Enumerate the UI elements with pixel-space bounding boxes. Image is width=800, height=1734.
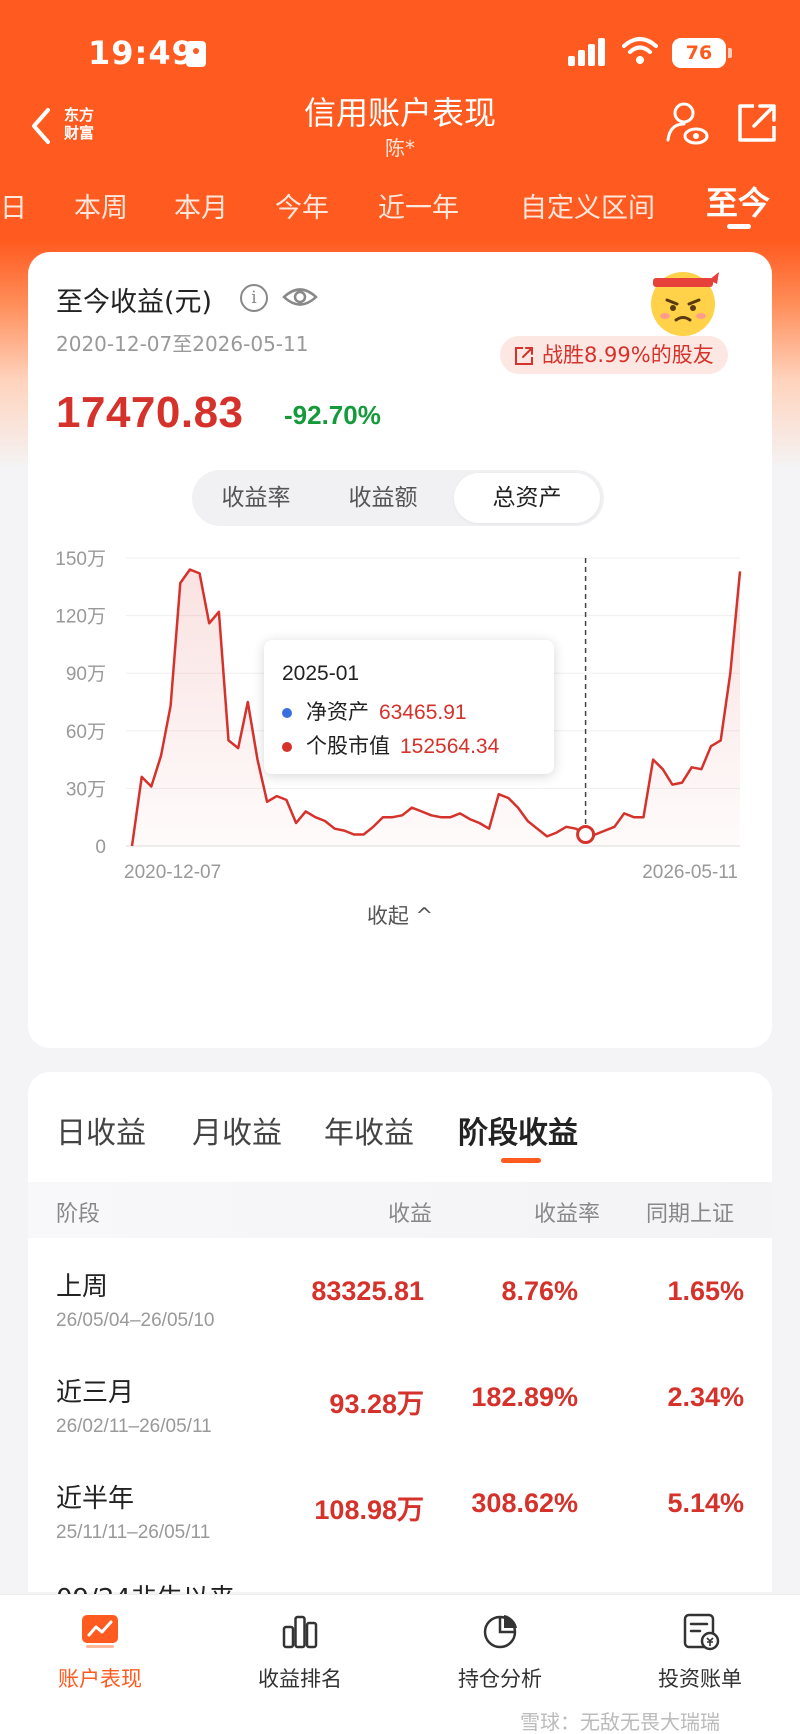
segment-total-assets[interactable]: 总资产 <box>454 473 600 523</box>
tab-monthly-profit[interactable]: 月收益 <box>192 1108 282 1152</box>
row-period-dates: 26/02/11–26/05/11 <box>56 1416 212 1437</box>
row-period-dates: 26/05/04–26/05/10 <box>56 1310 215 1331</box>
performance-tab-indicator <box>501 1158 541 1163</box>
period-tabs: 日 本周 本月 今年 近一年 自定义区间 至今 <box>0 178 800 238</box>
y-tick-label: 120万 <box>55 607 106 628</box>
angry-face-icon <box>651 272 719 336</box>
period-tab-indicator <box>727 224 751 229</box>
row-index: 5.14% <box>667 1488 744 1518</box>
row-rate: 182.89% <box>471 1382 578 1412</box>
share-icon[interactable] <box>736 102 778 144</box>
share-small-icon <box>515 347 533 365</box>
header-period: 阶段 <box>56 1202 101 1227</box>
tab-account-performance[interactable]: 账户表现 <box>0 1595 200 1734</box>
signal-icon <box>568 38 608 66</box>
sim-icon <box>186 41 206 67</box>
tooltip-value: 152564.34 <box>400 735 500 758</box>
row-rate: 308.62% <box>471 1488 578 1518</box>
tab-yearly-profit[interactable]: 年收益 <box>324 1108 414 1152</box>
y-tick-label: 0 <box>95 837 106 858</box>
row-profit: 83325.81 <box>311 1276 424 1306</box>
period-tab-week[interactable]: 本周 <box>74 186 128 225</box>
highlight-point <box>576 824 596 844</box>
beat-text: 战胜8.99%的股友 <box>542 343 714 367</box>
total-profit-amount: 17470.83 <box>56 388 244 437</box>
row-index: 1.65% <box>667 1276 744 1306</box>
y-tick-label: 150万 <box>55 549 106 570</box>
tab-label: 持仓分析 <box>458 1667 542 1691</box>
y-tick-label: 90万 <box>66 664 106 685</box>
beat-badge[interactable]: 战胜8.99%的股友 <box>500 336 728 374</box>
y-tick-label: 30万 <box>66 779 106 800</box>
user-privacy-icon[interactable] <box>664 100 710 146</box>
row-profit: 108.98万 <box>314 1495 424 1525</box>
row-period-name: 近半年 <box>56 1484 135 1514</box>
period-tab-custom[interactable]: 自定义区间 <box>520 186 655 225</box>
tab-label: 投资账单 <box>658 1667 742 1691</box>
collapse-button[interactable]: 收起 ^ <box>28 900 772 930</box>
bill-icon <box>683 1613 720 1651</box>
tab-profit-ranking[interactable]: 收益排名 <box>200 1595 400 1734</box>
row-rate: 8.76% <box>501 1276 578 1306</box>
row-profit: 93.28万 <box>329 1389 424 1419</box>
tooltip-date: 2025-01 <box>282 662 360 685</box>
row-period-name: 近三月 <box>56 1378 135 1408</box>
tab-label: 账户表现 <box>58 1667 142 1691</box>
info-icon[interactable]: i <box>240 284 268 312</box>
summary-title: 至今收益(元) <box>56 287 213 318</box>
header-rate: 收益率 <box>534 1202 601 1227</box>
tooltip-value: 63465.91 <box>379 701 467 724</box>
segment-return-rate[interactable]: 收益率 <box>192 470 320 526</box>
legend-dot-blue <box>282 708 292 718</box>
period-tab-last-year[interactable]: 近一年 <box>378 186 459 225</box>
date-range: 2020-12-07至2026-05-11 <box>56 332 309 356</box>
tooltip-label: 个股市值 <box>306 734 390 758</box>
header-profit: 收益 <box>388 1202 433 1227</box>
tab-stage-profit[interactable]: 阶段收益 <box>458 1108 578 1152</box>
account-chart-icon <box>82 1615 118 1648</box>
period-tab-year[interactable]: 今年 <box>275 186 329 225</box>
eye-icon[interactable] <box>282 282 318 312</box>
period-tab-month[interactable]: 本月 <box>174 186 228 225</box>
header-index: 同期上证 <box>646 1202 735 1227</box>
pie-chart-icon <box>483 1615 517 1649</box>
metric-segmented-control: 收益率 收益额 总资产 <box>192 470 604 526</box>
period-tab-day[interactable]: 日 <box>0 186 27 225</box>
total-profit-percent: -92.70% <box>284 400 381 430</box>
table-header: 阶段 收益 收益率 同期上证 <box>28 1182 772 1238</box>
row-period-dates: 25/11/11–26/05/11 <box>56 1522 211 1543</box>
battery-indicator: 76 <box>672 38 732 68</box>
x-tick-label: 2020-12-07 <box>124 862 221 883</box>
bar-chart-icon <box>282 1615 318 1649</box>
summary-card: 至今收益(元) i 2020-12-07至2026-05-11 战胜8.99%的… <box>28 252 772 1048</box>
performance-card: 日收益 月收益 年收益 阶段收益 阶段 收益 收益率 同期上证 上周 26/05… <box>28 1072 772 1612</box>
tooltip-label: 净资产 <box>306 700 369 724</box>
table-row[interactable]: 近三月 26/02/11–26/05/11 93.28万 182.89% 2.3… <box>28 1364 772 1468</box>
table-row[interactable]: 上周 26/05/04–26/05/10 83325.81 8.76% 1.65… <box>28 1258 772 1362</box>
tooltip-row-net-assets: 净资产 63465.91 <box>282 696 467 726</box>
status-time: 19:49 <box>88 34 195 72</box>
x-tick-label: 2026-05-11 <box>642 862 738 883</box>
chart-tooltip: 2025-01 净资产 63465.91 个股市值 152564.34 <box>264 640 554 774</box>
table-row[interactable]: 近半年 25/11/11–26/05/11 108.98万 308.62% 5.… <box>28 1470 772 1574</box>
row-index: 2.34% <box>667 1382 744 1412</box>
wifi-icon <box>622 37 658 64</box>
segment-profit-amount[interactable]: 收益额 <box>320 470 446 526</box>
tooltip-row-stock-value: 个股市值 152564.34 <box>282 730 499 760</box>
y-tick-label: 60万 <box>66 722 106 743</box>
tab-daily-profit[interactable]: 日收益 <box>56 1108 146 1152</box>
watermark: 雪球：无敌无畏大瑞瑞 <box>520 1710 720 1734</box>
row-period-name: 上周 <box>56 1272 109 1302</box>
legend-dot-red <box>282 742 292 752</box>
nav-bar: 东方财富 信用账户表现 陈* <box>0 80 800 160</box>
period-tab-to-date[interactable]: 至今 <box>706 178 770 224</box>
tab-label: 收益排名 <box>258 1667 342 1691</box>
